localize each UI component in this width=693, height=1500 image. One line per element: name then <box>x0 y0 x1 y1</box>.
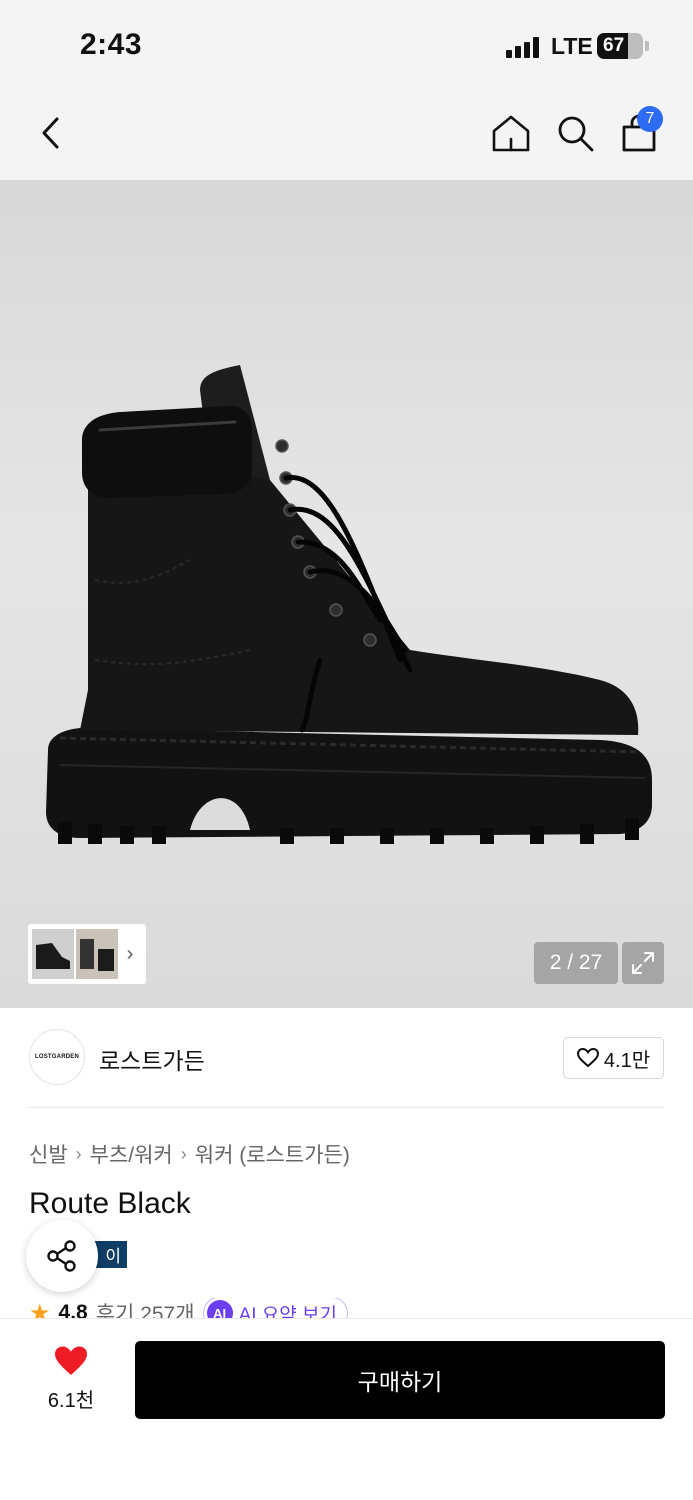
chevron-right-icon[interactable]: › <box>120 943 140 966</box>
buy-button[interactable]: 구매하기 <box>135 1341 665 1419</box>
home-button[interactable] <box>486 108 536 158</box>
page-indicator: 2 / 27 <box>534 942 618 984</box>
top-nav-bar <box>0 90 693 180</box>
battery-icon: 67 <box>597 33 643 59</box>
chevron-right-icon: › <box>75 1143 82 1164</box>
wishlist-button[interactable]: 6.1천 <box>40 1345 102 1413</box>
divider <box>29 1107 664 1108</box>
thumbnail-boot[interactable] <box>32 929 74 979</box>
search-icon <box>558 116 594 152</box>
brand-like-button[interactable]: 4.1만 <box>563 1037 664 1079</box>
boot-image <box>46 365 652 844</box>
expand-button[interactable] <box>622 942 664 984</box>
network-label: LTE <box>551 33 593 59</box>
thumbnail-strip[interactable]: › <box>28 924 146 984</box>
heart-outline-icon <box>576 1048 599 1068</box>
product-title: Route Black <box>29 1187 191 1220</box>
cart-count-badge: 7 <box>637 106 663 132</box>
brand-like-count: 4.1만 <box>603 1049 651 1072</box>
battery-cap <box>645 41 649 51</box>
thumbnail-model[interactable] <box>76 929 118 979</box>
brand-name[interactable]: 로스트가든 <box>99 1042 205 1076</box>
bottom-action-bar: 6.1천 구매하기 <box>0 1318 693 1500</box>
heart-icon <box>55 1346 87 1375</box>
breadcrumb-item[interactable]: 부츠/워커 <box>90 1139 173 1169</box>
status-bar: 2:43 LTE 67 <box>0 0 693 90</box>
back-button[interactable] <box>25 108 75 158</box>
brand-logo[interactable]: LOSTGARDEN <box>29 1029 85 1085</box>
search-button[interactable] <box>550 108 600 158</box>
breadcrumb-item[interactable]: 워커 (로스트가든) <box>195 1139 350 1169</box>
wishlist-count: 6.1천 <box>47 1390 95 1412</box>
home-icon <box>492 115 530 152</box>
status-time: 2:43 <box>80 28 143 61</box>
product-image-gallery[interactable]: › 2 / 27 <box>0 180 693 1008</box>
signal-icon <box>506 36 542 58</box>
chevron-left-icon <box>42 117 59 149</box>
battery-level: 67 <box>603 35 625 56</box>
share-button[interactable] <box>26 1220 98 1292</box>
breadcrumb-item[interactable]: 신발 <box>29 1139 68 1169</box>
breadcrumb: 신발 › 부츠/워커 › 워커 (로스트가든) <box>29 1139 350 1169</box>
chevron-right-icon: › <box>180 1143 187 1164</box>
expand-icon <box>632 952 654 974</box>
share-icon <box>47 1240 76 1272</box>
